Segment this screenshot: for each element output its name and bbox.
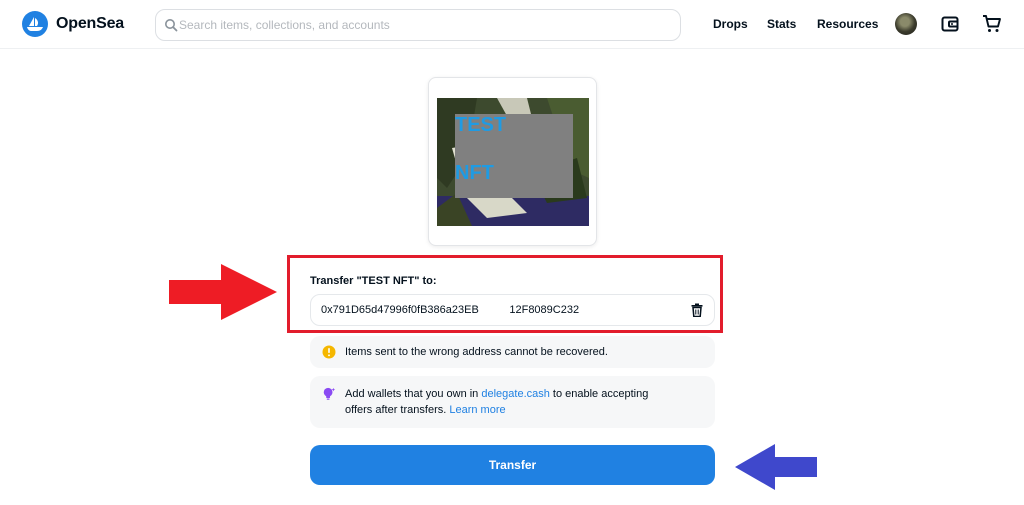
nft-card: TEST NFT bbox=[428, 77, 597, 246]
address-field[interactable] bbox=[310, 294, 715, 326]
search-icon bbox=[165, 19, 178, 32]
avatar[interactable] bbox=[895, 13, 917, 35]
nav-drops[interactable]: Drops bbox=[713, 17, 748, 31]
address-input[interactable] bbox=[321, 295, 681, 325]
learn-more-link[interactable]: Learn more bbox=[449, 404, 505, 416]
warning-text: Items sent to the wrong address cannot b… bbox=[345, 346, 608, 358]
opensea-logo-icon[interactable] bbox=[22, 11, 48, 37]
cart-icon bbox=[983, 15, 1001, 32]
nft-image: TEST NFT bbox=[437, 98, 589, 226]
search-bar[interactable] bbox=[155, 9, 681, 41]
delegate-line1: Add wallets that you own in delegate.cas… bbox=[345, 386, 648, 402]
delegate-text-middle: to enable accepting bbox=[549, 388, 649, 400]
blue-arrow-annotation bbox=[735, 444, 817, 490]
search-input[interactable] bbox=[179, 10, 669, 40]
top-nav: OpenSea Drops Stats Resources bbox=[0, 0, 1024, 49]
transfer-label: Transfer "TEST NFT" to: bbox=[310, 275, 437, 287]
warning-notice: Items sent to the wrong address cannot b… bbox=[310, 336, 715, 368]
red-arrow-annotation bbox=[169, 264, 277, 320]
warning-icon bbox=[322, 345, 336, 359]
nav-stats[interactable]: Stats bbox=[767, 17, 796, 31]
cart-button[interactable] bbox=[981, 13, 1003, 35]
wallet-button[interactable] bbox=[939, 13, 961, 35]
delegate-notice: Add wallets that you own in delegate.cas… bbox=[310, 376, 715, 428]
nav-resources[interactable]: Resources bbox=[817, 17, 878, 31]
nft-title-line1: TEST bbox=[455, 114, 507, 136]
delegate-cash-link[interactable]: delegate.cash bbox=[481, 388, 550, 400]
delegate-line2: offers after transfers. Learn more bbox=[345, 402, 648, 418]
delegate-text-line2: offers after transfers. bbox=[345, 404, 450, 416]
lightbulb-icon bbox=[323, 387, 336, 400]
delegate-text-before: Add wallets that you own in bbox=[345, 388, 482, 400]
trash-icon[interactable] bbox=[690, 303, 704, 317]
transfer-button[interactable]: Transfer bbox=[310, 445, 715, 485]
wallet-icon bbox=[941, 16, 959, 32]
nft-title-line2: NFT bbox=[455, 162, 494, 184]
brand-name[interactable]: OpenSea bbox=[56, 15, 124, 33]
